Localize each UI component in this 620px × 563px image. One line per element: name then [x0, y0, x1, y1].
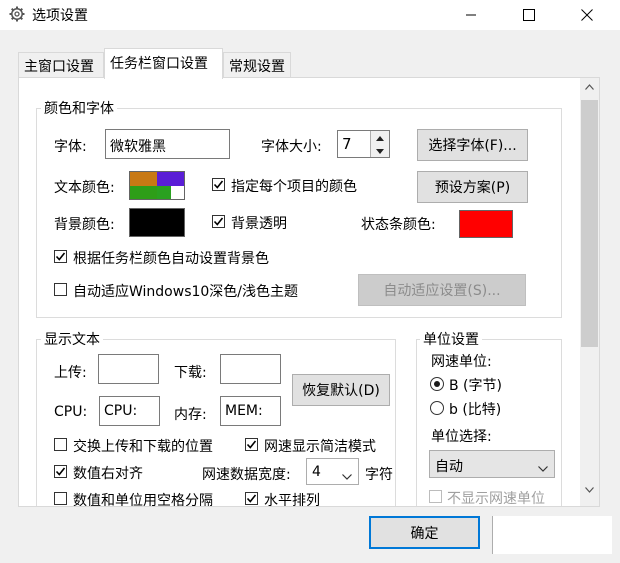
- checkmark-icon: [246, 440, 257, 449]
- checkmark-icon: [55, 467, 66, 476]
- preset-scheme-button[interactable]: 预设方案(P): [417, 171, 528, 203]
- speed-unit-label: 网速单位:: [431, 354, 492, 370]
- auto-adapt-settings-button[interactable]: 自动适应设置(S)...: [358, 274, 526, 306]
- unit-bit-label: b (比特): [449, 402, 502, 418]
- checkmark-icon: [55, 252, 66, 261]
- swap-position-label: 交换上传和下载的位置: [73, 439, 213, 455]
- select-font-button[interactable]: 选择字体(F)...: [417, 129, 528, 161]
- tab-label: 常规设置: [229, 59, 285, 75]
- horizontal-layout-label: 水平排列: [264, 493, 320, 507]
- hide-unit-label: 不显示网速单位: [447, 491, 545, 507]
- color-font-group-title: 颜色和字体: [41, 98, 117, 118]
- spinner-arrows: [370, 131, 389, 157]
- bg-transparent-checkbox[interactable]: [212, 215, 225, 228]
- checkmark-icon: [246, 494, 257, 503]
- compact-speed-label: 网速显示简洁模式: [264, 439, 376, 455]
- font-size-label: 字体大小:: [261, 139, 322, 155]
- gear-icon: [8, 5, 26, 23]
- maximize-button[interactable]: [506, 0, 552, 30]
- maximize-icon: [523, 9, 535, 21]
- bg-transparent-label: 背景透明: [231, 216, 287, 232]
- restore-default-button[interactable]: 恢复默认(D): [292, 374, 390, 406]
- data-width-dropdown[interactable]: 4: [306, 458, 359, 485]
- unit-select-dropdown[interactable]: 自动: [429, 450, 555, 478]
- tab-label: 任务栏窗口设置: [110, 56, 208, 72]
- ok-button[interactable]: 确定: [369, 516, 480, 549]
- scroll-up-icon[interactable]: [580, 78, 599, 95]
- unit-bit-radio[interactable]: [430, 401, 444, 415]
- space-separator-label: 数值和单位用空格分隔: [73, 493, 213, 507]
- tab-general-settings[interactable]: 常规设置: [223, 52, 291, 78]
- space-separator-checkbox[interactable]: [54, 492, 67, 505]
- auto-theme-checkbox[interactable]: [54, 283, 67, 296]
- chevron-down-icon: [342, 468, 352, 484]
- display-text-group-title: 显示文本: [41, 329, 103, 349]
- hide-unit-checkbox[interactable]: [429, 490, 442, 503]
- unit-settings-group-title: 单位设置: [420, 329, 482, 349]
- scroll-down-icon[interactable]: [580, 481, 599, 498]
- font-name-field[interactable]: 微软雅黑: [105, 129, 230, 159]
- close-button[interactable]: [564, 0, 610, 30]
- auto-bg-checkbox[interactable]: [54, 250, 67, 263]
- per-item-color-checkbox[interactable]: [212, 178, 225, 191]
- unit-select-label: 单位选择:: [431, 429, 492, 445]
- spin-up-icon[interactable]: [371, 131, 389, 145]
- minimize-button[interactable]: [448, 0, 494, 30]
- tab-strip: 主窗口设置 任务栏窗口设置 常规设置: [0, 30, 620, 79]
- bg-color-label: 背景颜色:: [54, 217, 115, 233]
- tab-main-window[interactable]: 主窗口设置: [18, 52, 104, 78]
- tab-taskbar-window[interactable]: 任务栏窗口设置: [104, 48, 223, 79]
- per-item-color-label: 指定每个项目的颜色: [231, 179, 357, 195]
- right-align-checkbox[interactable]: [54, 465, 67, 478]
- memory-label: 内存:: [174, 407, 207, 423]
- scrollbar-thumb[interactable]: [581, 100, 598, 347]
- status-bar-color-label: 状态条颜色:: [361, 217, 436, 233]
- text-color-label: 文本颜色:: [54, 180, 115, 196]
- unit-byte-label: B (字节): [449, 378, 502, 394]
- memory-text-field[interactable]: MEM:: [220, 396, 281, 426]
- data-width-unit: 字符: [365, 467, 393, 483]
- tab-content-panel: 颜色和字体 字体: 微软雅黑 字体大小: 7 选择字体(F)... 文本颜色: …: [18, 77, 600, 507]
- spin-down-icon[interactable]: [371, 144, 389, 158]
- font-size-spinner[interactable]: 7: [337, 130, 390, 158]
- chevron-down-icon: [538, 460, 548, 476]
- data-width-value: 4: [312, 464, 321, 480]
- checkmark-icon: [213, 217, 224, 226]
- font-size-value: 7: [342, 135, 352, 153]
- bg-color-swatch[interactable]: [129, 208, 185, 237]
- cpu-text-field[interactable]: CPU:: [99, 396, 160, 426]
- panel-scrollbar[interactable]: [580, 78, 599, 506]
- minimize-icon: [465, 9, 477, 21]
- window-title: 选项设置: [32, 8, 88, 24]
- checkmark-icon: [213, 180, 224, 189]
- swap-position-checkbox[interactable]: [54, 438, 67, 451]
- title-bar: 选项设置: [0, 0, 620, 30]
- status-bar-color-swatch[interactable]: [459, 210, 513, 238]
- upload-text-field[interactable]: [98, 354, 159, 384]
- upload-label: 上传:: [54, 365, 87, 381]
- cancel-button[interactable]: [492, 516, 612, 554]
- text-color-swatch[interactable]: [129, 171, 185, 200]
- auto-theme-label: 自动适应Windows10深色/浅色主题: [73, 284, 299, 300]
- close-icon: [581, 9, 593, 21]
- text-color-swatch-graphic: [130, 172, 184, 199]
- download-label: 下载:: [174, 365, 207, 381]
- unit-select-value: 自动: [435, 459, 463, 475]
- unit-byte-radio[interactable]: [430, 377, 444, 391]
- tab-label: 主窗口设置: [24, 59, 94, 75]
- auto-bg-label: 根据任务栏颜色自动设置背景色: [73, 251, 269, 267]
- horizontal-layout-checkbox[interactable]: [245, 492, 258, 505]
- download-text-field[interactable]: [220, 354, 281, 384]
- compact-speed-checkbox[interactable]: [245, 438, 258, 451]
- font-label: 字体:: [54, 139, 87, 155]
- right-align-label: 数值右对齐: [73, 466, 143, 482]
- cpu-label: CPU:: [54, 404, 88, 420]
- radio-dot: [434, 381, 440, 387]
- data-width-label: 网速数据宽度:: [202, 467, 291, 483]
